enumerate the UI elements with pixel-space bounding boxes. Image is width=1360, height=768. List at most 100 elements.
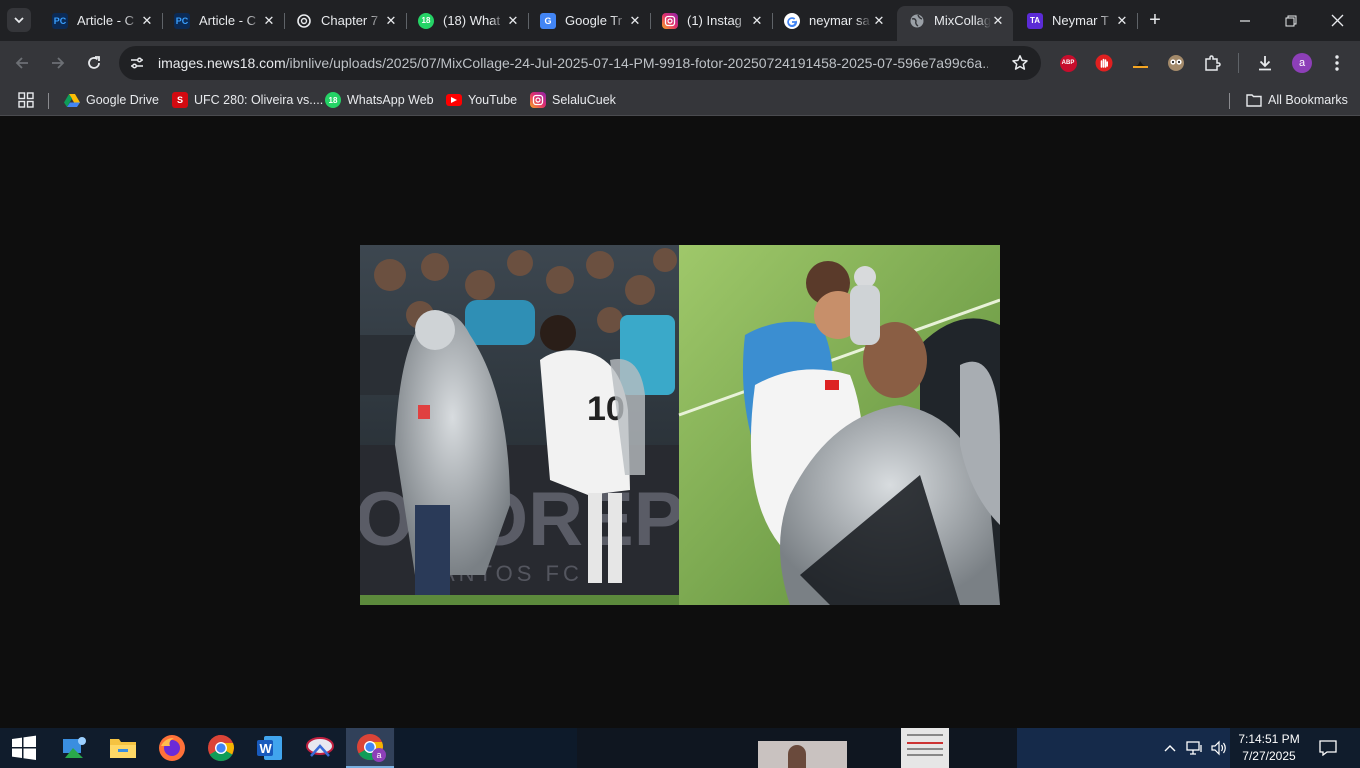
url-text[interactable]: images.news18.com/ibnlive/uploads/2025/0…	[158, 55, 988, 71]
tab-title: neymar sa	[809, 13, 870, 28]
action-center-button[interactable]	[1318, 738, 1338, 758]
collage-image[interactable]: OUOREP ANTOS FC 10	[360, 245, 1000, 605]
close-icon[interactable]: ✕	[506, 13, 520, 29]
window-thumbnail-photo[interactable]	[758, 741, 847, 768]
taskbar-network-tool[interactable]	[50, 728, 98, 768]
owl-extension[interactable]	[1166, 53, 1186, 73]
close-icon[interactable]: ✕	[262, 13, 276, 29]
apps-button[interactable]	[18, 91, 34, 109]
globe-icon	[909, 13, 925, 29]
chatgpt-icon	[296, 13, 312, 29]
close-icon[interactable]: ✕	[628, 13, 642, 29]
show-hidden-icons-button[interactable]	[1160, 738, 1180, 758]
profile-avatar[interactable]: a	[1292, 53, 1312, 73]
bookmark-whatsapp-web[interactable]: 18 WhatsApp Web	[325, 91, 434, 109]
forward-button[interactable]	[44, 49, 72, 77]
bookmark-google-drive[interactable]: Google Drive	[64, 91, 159, 109]
whatsapp-icon: 18	[325, 92, 341, 108]
adblock-plus-extension[interactable]: ABP	[1058, 53, 1078, 73]
tab-title: (18) What	[443, 13, 501, 28]
all-bookmarks-button[interactable]: All Bookmarks	[1246, 91, 1348, 109]
ufc-icon: S	[172, 92, 188, 108]
tab-title: Neymar T	[1052, 13, 1109, 28]
google-drive-icon	[64, 92, 80, 108]
tab-mixcollage-active[interactable]: MixCollag ✕	[897, 6, 1013, 41]
close-window-button[interactable]	[1314, 0, 1360, 41]
taskbar-empty-area	[395, 728, 577, 768]
bookmarks-divider	[1229, 93, 1230, 109]
svg-text:W: W	[260, 741, 273, 756]
close-icon[interactable]: ✕	[1115, 13, 1129, 29]
minimize-button[interactable]	[1222, 0, 1268, 41]
download-icon	[1259, 56, 1271, 71]
bookmark-youtube[interactable]: YouTube	[446, 91, 517, 109]
restore-button[interactable]	[1268, 0, 1314, 41]
whatsapp-icon: 18	[418, 12, 434, 29]
taskbar-chrome[interactable]	[197, 728, 245, 768]
taskbar-firefox[interactable]	[148, 728, 196, 768]
notification-icon	[1319, 740, 1337, 756]
tab-google-translate[interactable]: G Google Tr ✕	[528, 6, 651, 35]
taskbar-clock[interactable]: 7:14:51 PM 7/27/2025	[1229, 731, 1309, 765]
window-thumbnail-list[interactable]	[901, 728, 949, 768]
google-icon	[784, 12, 800, 29]
tab-title: Chapter 7	[321, 13, 379, 28]
url-path: /ibnlive/uploads/2025/07/MixCollage-24-J…	[285, 55, 988, 71]
speaker-icon	[1211, 740, 1226, 756]
tune-icon	[131, 57, 143, 69]
owl-icon	[1168, 55, 1184, 71]
thumbnail-line	[907, 734, 943, 736]
apps-grid-icon	[18, 92, 34, 108]
bookmarks-bar: Google Drive S UFC 280: Oliveira vs.... …	[0, 85, 1360, 116]
close-icon[interactable]: ✕	[872, 13, 886, 29]
clock-date: 7/27/2025	[1242, 749, 1296, 763]
menu-button[interactable]	[1327, 53, 1347, 73]
tab-neymar-search[interactable]: neymar sa ✕	[772, 6, 894, 35]
reload-icon	[88, 56, 100, 69]
more-vertical-icon	[1335, 55, 1339, 71]
close-icon[interactable]: ✕	[384, 13, 398, 29]
url-host: images.news18.com	[158, 55, 286, 71]
close-icon[interactable]: ✕	[750, 13, 764, 29]
taskbar-snipping-tool[interactable]	[296, 728, 344, 768]
back-button[interactable]	[8, 49, 36, 77]
stop-extension[interactable]	[1094, 53, 1114, 73]
tab-instagram[interactable]: (1) Instag ✕	[650, 6, 773, 35]
network-tool-icon	[63, 737, 86, 758]
thumbnail-line	[907, 742, 943, 744]
new-tab-button[interactable]: +	[1145, 9, 1165, 31]
volume-tray-button[interactable]	[1209, 738, 1229, 758]
chrome-icon	[208, 734, 234, 762]
tab-chapter-7[interactable]: Chapter 7 ✕	[284, 6, 407, 35]
tab-article-1[interactable]: PC Article - C ✕	[40, 6, 163, 35]
tab-whatsapp[interactable]: 18 (18) What ✕	[406, 6, 529, 35]
tab-neymar-ta[interactable]: TA Neymar T ✕	[1015, 6, 1138, 35]
bookmark-ufc[interactable]: S UFC 280: Oliveira vs....	[172, 91, 323, 109]
tab-title: Article - C	[77, 13, 135, 28]
google-translate-icon: G	[540, 12, 556, 29]
network-tray-button[interactable]	[1185, 738, 1205, 758]
tab-title: Google Tr	[565, 13, 623, 28]
bookmark-label: Google Drive	[86, 93, 159, 107]
hat-extension[interactable]	[1130, 53, 1150, 73]
close-icon[interactable]: ✕	[140, 13, 154, 29]
extensions-button[interactable]	[1202, 53, 1222, 73]
taskbar-file-explorer[interactable]	[99, 728, 147, 768]
reload-button[interactable]	[80, 49, 108, 77]
taskbar-chrome-profile[interactable]: a	[346, 728, 394, 768]
downloads-button[interactable]	[1255, 53, 1275, 73]
start-button[interactable]	[0, 728, 48, 768]
tab-search-button[interactable]	[7, 8, 31, 32]
word-icon: W	[257, 736, 282, 760]
bookmark-selalucuek[interactable]: SelaluCuek	[530, 91, 616, 109]
taskbar-word[interactable]: W	[246, 728, 294, 768]
bookmark-star-icon[interactable]	[1011, 54, 1029, 72]
site-info-button[interactable]	[120, 46, 154, 80]
tab-title: Article - C	[199, 13, 257, 28]
arrow-left-icon	[15, 57, 28, 69]
chevron-down-icon	[14, 17, 24, 24]
tab-article-2[interactable]: PC Article - C ✕	[162, 6, 285, 35]
close-icon[interactable]: ✕	[991, 13, 1005, 29]
bookmarks-divider	[48, 93, 49, 109]
address-bar[interactable]: images.news18.com/ibnlive/uploads/2025/0…	[119, 46, 1041, 80]
